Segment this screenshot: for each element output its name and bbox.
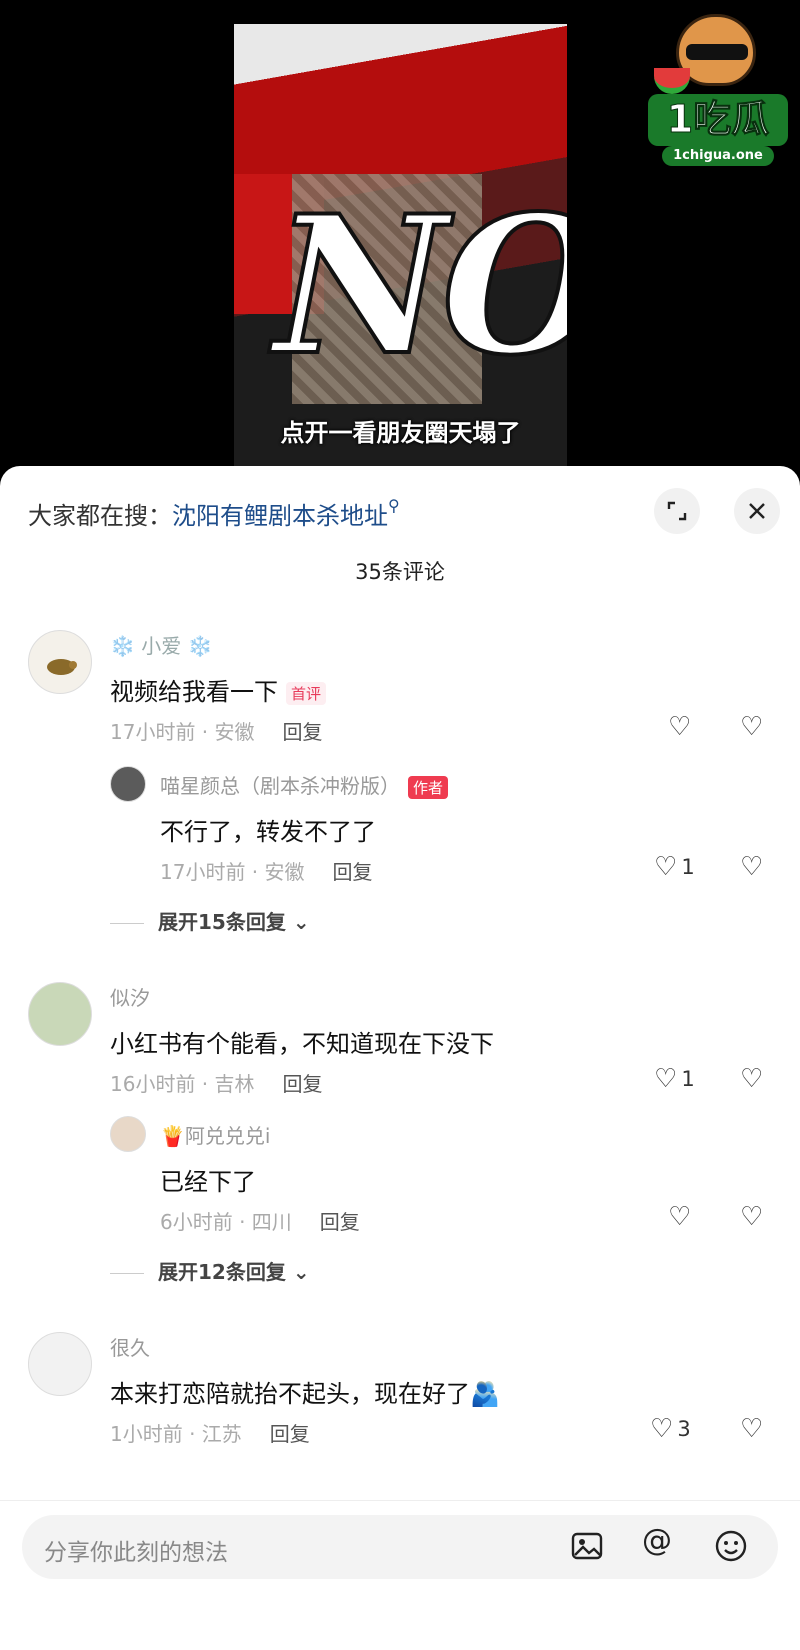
comment-text-content: 视频给我看一下: [110, 678, 278, 706]
like-count: 1: [681, 855, 695, 879]
comment-time-location: 16小时前 · 吉林: [110, 1072, 255, 1096]
heart-outline-icon: ♡: [650, 1414, 674, 1444]
comment-meta: 17小时前 · 安徽 回复: [110, 716, 323, 745]
avatar[interactable]: [28, 982, 92, 1046]
chevron-down-icon: ⌄: [292, 1260, 310, 1284]
emoji-icon: [715, 1530, 747, 1562]
broken-heart-icon: ♡: [740, 1064, 764, 1094]
video-player[interactable]: NO 点开一看朋友圈天塌了: [234, 24, 567, 470]
reply-time-location: 6小时前 · 四川: [160, 1210, 292, 1234]
reply-text: 已经下了: [160, 1168, 256, 1196]
reply-time-location: 17小时前 · 安徽: [160, 860, 305, 884]
emoji-button[interactable]: [714, 1529, 748, 1571]
dislike-button[interactable]: ♡: [740, 1414, 763, 1444]
image-button[interactable]: [570, 1529, 604, 1571]
chevron-down-icon: ⌄: [292, 910, 310, 934]
comment-username[interactable]: 很久: [110, 1332, 150, 1361]
reply-text: 不行了，转发不了了: [160, 818, 376, 846]
expand-replies-label: 展开15条回复: [158, 910, 286, 934]
watermark-logo: 1吃瓜 1chigua.one: [642, 8, 792, 168]
comment-count: 35条评论: [355, 560, 445, 584]
like-count: 3: [677, 1417, 691, 1441]
reply-button[interactable]: 回复: [320, 1210, 360, 1234]
first-comment-badge: 首评: [286, 681, 327, 705]
broken-heart-icon: ♡: [740, 1414, 764, 1444]
sunglasses-icon: [686, 44, 748, 60]
comment-composer-bar: 分享你此刻的想法 @: [0, 1500, 800, 1650]
like-button[interactable]: ♡ 1: [654, 852, 695, 882]
comment-username[interactable]: 似汐: [110, 982, 150, 1011]
reply-button[interactable]: 回复: [333, 860, 373, 884]
like-button[interactable]: ♡ 1: [654, 1064, 695, 1094]
watermark-domain: 1chigua.one: [662, 146, 774, 166]
avatar[interactable]: [28, 630, 92, 694]
reply-username[interactable]: 🍟阿兑兑兑i: [160, 1120, 270, 1149]
comment-input-placeholder: 分享你此刻的想法: [44, 1540, 228, 1566]
like-button[interactable]: ♡ 3: [650, 1414, 691, 1444]
dislike-button[interactable]: ♡: [740, 1064, 763, 1094]
at-icon: @: [642, 1523, 672, 1558]
comment-meta: 16小时前 · 吉林 回复: [110, 1068, 323, 1097]
avatar[interactable]: [110, 1116, 146, 1152]
search-icon: ⚲: [388, 496, 400, 515]
mention-button[interactable]: @: [642, 1523, 672, 1558]
divider: [110, 1273, 144, 1274]
heart-outline-icon: ♡: [654, 852, 678, 882]
comment-meta: 1小时前 · 江苏 回复: [110, 1418, 310, 1447]
dislike-button[interactable]: ♡: [740, 1202, 763, 1232]
expand-icon: [667, 501, 687, 521]
watermelon-icon: [654, 68, 690, 94]
avatar[interactable]: [110, 766, 146, 802]
heart-outline-icon: ♡: [668, 1202, 692, 1232]
comment-time-location: 1小时前 · 江苏: [110, 1422, 242, 1446]
expand-button[interactable]: [654, 488, 700, 534]
like-button[interactable]: ♡: [668, 712, 691, 742]
heart-outline-icon: ♡: [668, 712, 692, 742]
image-icon: [571, 1532, 603, 1560]
reply-username-text: 喵星颜总（剧本杀冲粉版）: [160, 774, 400, 798]
author-badge: 作者: [408, 776, 449, 799]
watermark-brand: 1吃瓜: [648, 94, 788, 146]
expand-replies-button[interactable]: 展开15条回复 ⌄: [110, 906, 310, 935]
broken-heart-icon: ♡: [740, 712, 764, 742]
comment-text: 本来打恋陪就抬不起头，现在好了🫂: [110, 1380, 500, 1408]
close-icon: [749, 503, 765, 519]
trending-search[interactable]: 大家都在搜：沈阳有鲤剧本杀地址⚲: [28, 496, 400, 531]
reply-meta: 6小时前 · 四川 回复: [160, 1206, 360, 1235]
dislike-button[interactable]: ♡: [740, 712, 763, 742]
broken-heart-icon: ♡: [740, 1202, 764, 1232]
reply-button[interactable]: 回复: [283, 1072, 323, 1096]
video-overlay-text: NO: [272, 172, 567, 399]
comment-time-location: 17小时前 · 安徽: [110, 720, 255, 744]
divider: [110, 923, 144, 924]
dislike-button[interactable]: ♡: [740, 852, 763, 882]
video-caption: 点开一看朋友圈天塌了: [280, 419, 521, 447]
reply-button[interactable]: 回复: [270, 1422, 310, 1446]
reply-username[interactable]: 喵星颜总（剧本杀冲粉版） 作者: [160, 770, 449, 799]
comment-text: 视频给我看一下 首评: [110, 672, 327, 707]
like-count: 1: [681, 1067, 695, 1091]
reply-button[interactable]: 回复: [283, 720, 323, 744]
heart-outline-icon: ♡: [654, 1064, 678, 1094]
reply-meta: 17小时前 · 安徽 回复: [160, 856, 373, 885]
broken-heart-icon: ♡: [740, 852, 764, 882]
avatar[interactable]: [28, 1332, 92, 1396]
turtle-avatar-icon: [47, 659, 77, 675]
expand-replies-label: 展开12条回复: [158, 1260, 286, 1284]
expand-replies-button[interactable]: 展开12条回复 ⌄: [110, 1256, 310, 1285]
like-button[interactable]: ♡: [668, 1202, 691, 1232]
search-prefix: 大家都在搜：: [28, 502, 172, 530]
comment-text: 小红书有个能看，不知道现在下没下: [110, 1030, 494, 1058]
close-button[interactable]: [734, 488, 780, 534]
comment-username[interactable]: ❄️ 小爱 ❄️: [110, 630, 213, 659]
video-area: NO 点开一看朋友圈天塌了 1吃瓜 1chigua.one: [0, 0, 800, 470]
comment-sheet: 大家都在搜：沈阳有鲤剧本杀地址⚲ 35条评论 ❄️ 小爱 ❄️ 视频给我看一下首…: [0, 466, 800, 1650]
search-keyword-link[interactable]: 沈阳有鲤剧本杀地址: [172, 502, 388, 530]
